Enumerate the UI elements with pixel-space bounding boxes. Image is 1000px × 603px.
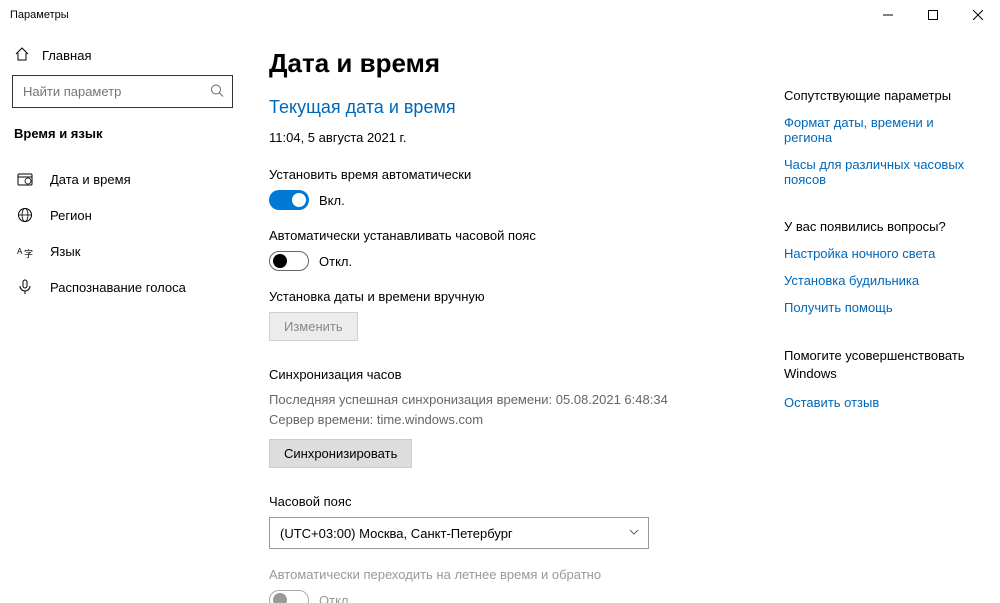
subheading-current: Текущая дата и время xyxy=(269,97,774,118)
questions-heading: У вас появились вопросы? xyxy=(784,219,984,234)
dst-state: Откл. xyxy=(319,593,352,603)
svg-text:字: 字 xyxy=(24,248,33,259)
window-controls xyxy=(865,0,1000,30)
sidebar-item-language[interactable]: A字 Язык xyxy=(12,233,233,269)
sidebar: Главная Время и язык Дата и время Регион… xyxy=(0,30,245,603)
sidebar-heading: Время и язык xyxy=(12,126,233,141)
microphone-icon xyxy=(16,279,34,295)
manual-label: Установка даты и времени вручную xyxy=(269,289,774,304)
page-title: Дата и время xyxy=(269,48,774,79)
window-title: Параметры xyxy=(10,9,69,21)
maximize-button[interactable] xyxy=(910,0,955,30)
sync-server: Сервер времени: time.windows.com xyxy=(269,410,774,430)
timezone-dropdown[interactable]: (UTC+03:00) Москва, Санкт-Петербург xyxy=(269,517,649,549)
home-label: Главная xyxy=(42,48,91,63)
tz-value: (UTC+03:00) Москва, Санкт-Петербург xyxy=(280,526,513,541)
link-alarm[interactable]: Установка будильника xyxy=(784,273,984,288)
auto-time-state: Вкл. xyxy=(319,193,345,208)
sync-last: Последняя успешная синхронизация времени… xyxy=(269,390,774,410)
sidebar-item-speech[interactable]: Распознавание голоса xyxy=(12,269,233,305)
auto-tz-state: Откл. xyxy=(319,254,352,269)
auto-tz-label: Автоматически устанавливать часовой пояс xyxy=(269,228,774,243)
related-heading: Сопутствующие параметры xyxy=(784,88,984,103)
auto-tz-toggle[interactable] xyxy=(269,251,309,271)
improve-heading: Помогите усовершенствовать Windows xyxy=(784,347,984,383)
search-input[interactable] xyxy=(12,75,233,108)
search-field[interactable] xyxy=(23,84,200,99)
tz-label: Часовой пояс xyxy=(269,494,774,509)
chevron-down-icon xyxy=(628,526,640,541)
change-button: Изменить xyxy=(269,312,358,341)
sidebar-item-datetime[interactable]: Дата и время xyxy=(12,161,233,197)
link-timezones[interactable]: Часы для различных часовых поясов xyxy=(784,157,984,187)
link-help[interactable]: Получить помощь xyxy=(784,300,984,315)
sidebar-item-region[interactable]: Регион xyxy=(12,197,233,233)
link-night-light[interactable]: Настройка ночного света xyxy=(784,246,984,261)
home-link[interactable]: Главная xyxy=(12,40,233,75)
current-datetime: 11:04, 5 августа 2021 г. xyxy=(269,130,774,145)
dst-toggle xyxy=(269,590,309,603)
content-main: Дата и время Текущая дата и время 11:04,… xyxy=(269,48,774,603)
sidebar-item-label: Регион xyxy=(50,208,92,223)
minimize-button[interactable] xyxy=(865,0,910,30)
auto-time-label: Установить время автоматически xyxy=(269,167,774,182)
sidebar-item-label: Язык xyxy=(50,244,80,259)
link-feedback[interactable]: Оставить отзыв xyxy=(784,395,984,410)
sync-heading: Синхронизация часов xyxy=(269,367,774,382)
dst-label: Автоматически переходить на летнее время… xyxy=(269,567,774,582)
close-button[interactable] xyxy=(955,0,1000,30)
search-icon xyxy=(210,83,224,100)
globe-icon xyxy=(16,207,34,223)
sidebar-item-label: Дата и время xyxy=(50,172,131,187)
auto-time-toggle[interactable] xyxy=(269,190,309,210)
svg-text:A: A xyxy=(17,247,23,256)
home-icon xyxy=(14,46,30,65)
related-panel: Сопутствующие параметры Формат даты, вре… xyxy=(774,48,984,603)
clock-icon xyxy=(16,171,34,187)
sidebar-item-label: Распознавание голоса xyxy=(50,280,186,295)
sync-button[interactable]: Синхронизировать xyxy=(269,439,412,468)
language-icon: A字 xyxy=(16,243,34,259)
link-date-format[interactable]: Формат даты, времени и региона xyxy=(784,115,984,145)
